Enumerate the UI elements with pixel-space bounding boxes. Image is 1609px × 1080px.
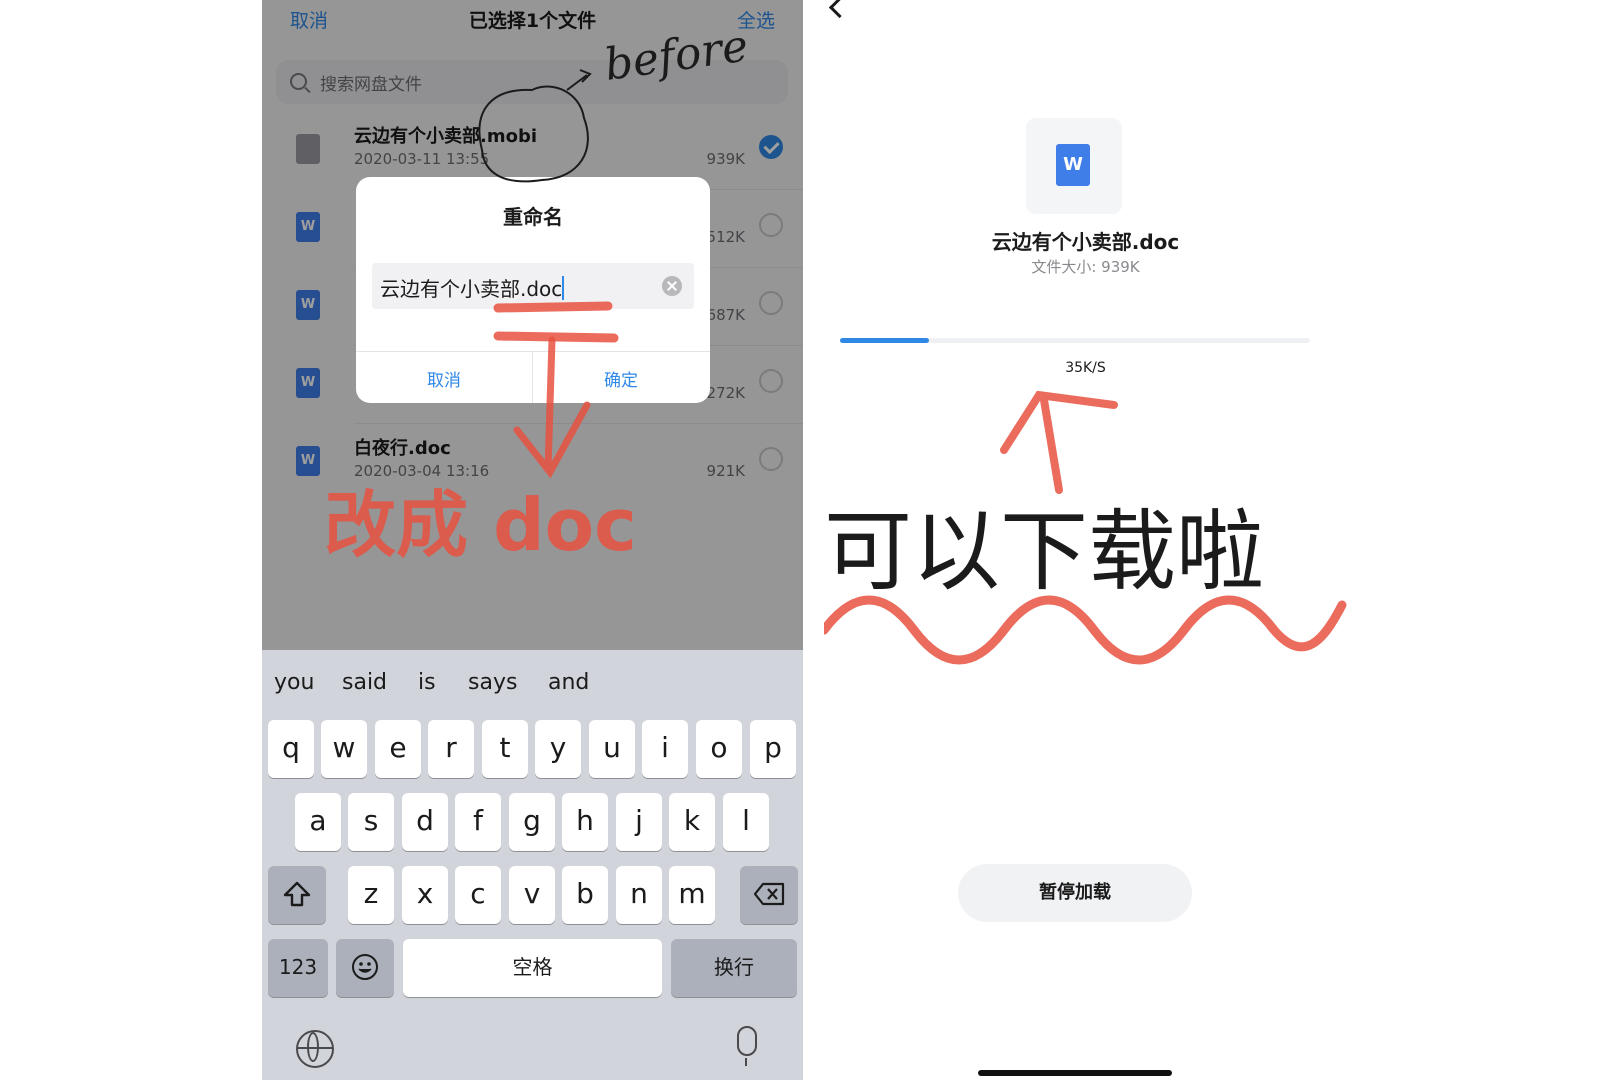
annotation-before: before xyxy=(601,20,751,91)
key[interactable]: l xyxy=(723,793,769,851)
right-screenshot: W 云边有个小卖部.doc 文件大小: 939K 35K/S 暂停加载 可以下载… xyxy=(824,0,1347,1080)
key[interactable]: g xyxy=(509,793,555,851)
key[interactable]: w xyxy=(321,720,367,778)
suggestion-item[interactable]: said xyxy=(342,670,387,695)
numbers-key[interactable]: 123 xyxy=(268,939,328,997)
key[interactable]: v xyxy=(509,866,555,924)
key[interactable]: u xyxy=(589,720,635,778)
suggestion-item[interactable]: is xyxy=(418,670,436,695)
annotation-change-to: 改成 doc xyxy=(324,483,637,567)
key[interactable]: t xyxy=(482,720,528,778)
key[interactable]: s xyxy=(348,793,394,851)
key[interactable]: f xyxy=(455,793,501,851)
microphone-icon[interactable] xyxy=(737,1026,757,1066)
key[interactable]: o xyxy=(696,720,742,778)
emoji-icon xyxy=(352,954,378,980)
key[interactable]: q xyxy=(268,720,314,778)
left-screenshot: 取消 已选择1个文件 全选 搜索网盘文件 云边有个小卖部.mobi 2020-0… xyxy=(262,0,803,1080)
key[interactable]: y xyxy=(535,720,581,778)
shift-key[interactable] xyxy=(268,866,326,924)
key[interactable]: d xyxy=(402,793,448,851)
key[interactable]: c xyxy=(455,866,501,924)
home-indicator xyxy=(978,1070,1172,1076)
handwritten-annotations: before 改成 doc xyxy=(324,20,751,567)
key[interactable]: i xyxy=(642,720,688,778)
annotation-can-download: 可以下载啦 xyxy=(824,500,1264,603)
key[interactable]: e xyxy=(375,720,421,778)
emoji-key[interactable] xyxy=(336,939,394,997)
pause-download-button[interactable]: 暂停加载 xyxy=(958,864,1192,922)
return-key[interactable]: 换行 xyxy=(671,939,797,997)
suggestion-item[interactable]: says xyxy=(468,670,517,695)
key[interactable]: r xyxy=(428,720,474,778)
keyboard: you said is says and q w e r t y u i o p… xyxy=(262,650,803,1080)
key[interactable]: z xyxy=(348,866,394,924)
key[interactable]: h xyxy=(562,793,608,851)
backspace-icon xyxy=(753,882,785,906)
suggestion-item[interactable]: you xyxy=(274,670,314,695)
key[interactable]: j xyxy=(616,793,662,851)
key[interactable]: a xyxy=(295,793,341,851)
key[interactable]: k xyxy=(669,793,715,851)
suggestion-item[interactable]: and xyxy=(548,670,589,695)
suggestion-bar: you said is says and xyxy=(262,650,803,706)
key[interactable]: x xyxy=(402,866,448,924)
key[interactable]: b xyxy=(562,866,608,924)
key[interactable]: n xyxy=(616,866,662,924)
key[interactable]: m xyxy=(669,866,715,924)
backspace-key[interactable] xyxy=(740,866,798,924)
space-key[interactable]: 空格 xyxy=(403,939,662,997)
shift-icon xyxy=(283,881,311,907)
globe-icon[interactable] xyxy=(296,1030,334,1068)
key[interactable]: p xyxy=(750,720,796,778)
handwritten-annotations: 可以下载啦 xyxy=(824,390,1347,665)
